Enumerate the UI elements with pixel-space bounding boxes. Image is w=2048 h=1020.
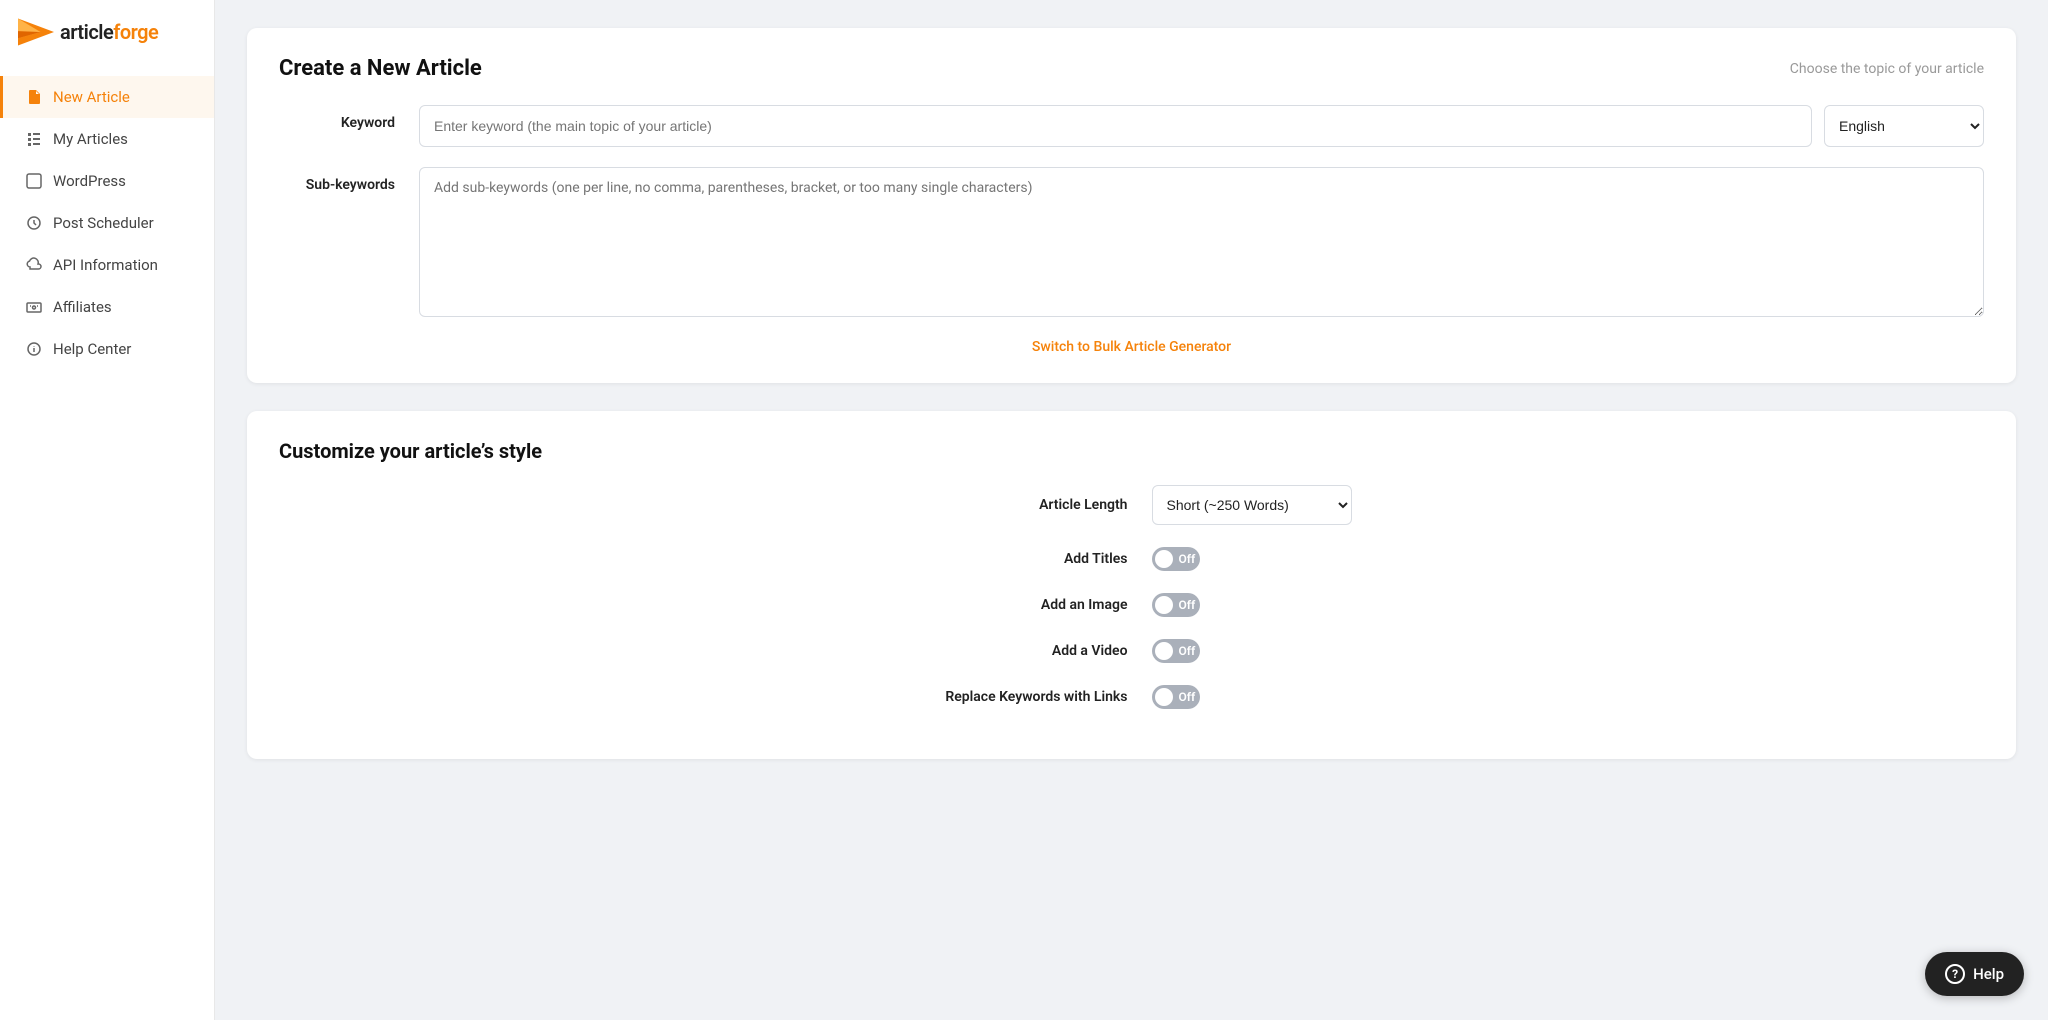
add-image-row: Add an Image Off — [279, 593, 1984, 617]
clock-icon — [25, 214, 43, 232]
sidebar-item-affiliates-label: Affiliates — [53, 298, 112, 316]
sidebar-item-post-scheduler[interactable]: Post Scheduler — [0, 202, 214, 244]
logo-text: articleforge — [60, 20, 158, 44]
keyword-label: Keyword — [279, 105, 419, 131]
sidebar-item-my-articles[interactable]: My Articles — [0, 118, 214, 160]
add-video-state: Off — [1179, 644, 1196, 658]
sidebar-item-wordpress[interactable]: WordPress — [0, 160, 214, 202]
sidebar-item-post-scheduler-label: Post Scheduler — [53, 214, 154, 232]
logo: articleforge — [0, 18, 214, 76]
add-video-knob — [1155, 642, 1173, 660]
article-length-row: Article Length Short (~250 Words) Medium… — [279, 485, 1984, 525]
sidebar-item-wordpress-label: WordPress — [53, 172, 126, 190]
keyword-controls: English Spanish French German Italian Po… — [419, 105, 1984, 147]
replace-keywords-knob — [1155, 688, 1173, 706]
bulk-article-link[interactable]: Switch to Bulk Article Generator — [1032, 339, 1231, 355]
add-video-row: Add a Video Off — [279, 639, 1984, 663]
keyword-row: Keyword English Spanish French German It… — [279, 105, 1984, 147]
add-image-state: Off — [1179, 598, 1196, 612]
customize-card: Customize your article’s style Article L… — [247, 411, 2016, 759]
sidebar-item-help-center[interactable]: Help Center — [0, 328, 214, 370]
subkeywords-row: Sub-keywords — [279, 167, 1984, 317]
create-article-title: Create a New Article — [279, 56, 482, 81]
replace-keywords-control: Off — [1152, 685, 1392, 709]
add-titles-knob — [1155, 550, 1173, 568]
list-icon — [25, 130, 43, 148]
sidebar-item-help-center-label: Help Center — [53, 340, 131, 358]
create-article-header: Create a New Article Choose the topic of… — [279, 56, 1984, 81]
add-video-toggle[interactable]: Off — [1152, 639, 1200, 663]
sidebar-item-api-information-label: API Information — [53, 256, 158, 274]
sidebar-item-api-information[interactable]: API Information — [0, 244, 214, 286]
add-titles-track: Off — [1152, 547, 1200, 571]
main-content: Create a New Article Choose the topic of… — [215, 0, 2048, 1020]
sidebar-item-affiliates[interactable]: Affiliates — [0, 286, 214, 328]
info-icon — [25, 340, 43, 358]
add-titles-state: Off — [1179, 552, 1196, 566]
customize-title: Customize your article’s style — [279, 439, 1984, 463]
sidebar-nav: New Article My Articles WordPress Post S… — [0, 76, 214, 370]
article-length-label: Article Length — [872, 497, 1152, 513]
add-video-track: Off — [1152, 639, 1200, 663]
add-image-track: Off — [1152, 593, 1200, 617]
subkeywords-controls — [419, 167, 1984, 317]
replace-keywords-track: Off — [1152, 685, 1200, 709]
money-icon — [25, 298, 43, 316]
language-select[interactable]: English Spanish French German Italian Po… — [1824, 105, 1984, 147]
help-label: Help — [1973, 965, 2004, 983]
add-image-control: Off — [1152, 593, 1392, 617]
replace-keywords-label: Replace Keywords with Links — [872, 689, 1152, 705]
replace-keywords-state: Off — [1179, 690, 1196, 704]
file-icon — [25, 88, 43, 106]
wordpress-icon — [25, 172, 43, 190]
add-image-knob — [1155, 596, 1173, 614]
sidebar-item-my-articles-label: My Articles — [53, 130, 128, 148]
replace-keywords-row: Replace Keywords with Links Off — [279, 685, 1984, 709]
add-titles-label: Add Titles — [872, 551, 1152, 567]
help-button[interactable]: ? Help — [1925, 952, 2024, 996]
subkeywords-label: Sub-keywords — [279, 167, 419, 193]
subkeywords-textarea[interactable] — [419, 167, 1984, 317]
add-image-toggle[interactable]: Off — [1152, 593, 1200, 617]
cloud-icon — [25, 256, 43, 274]
add-video-control: Off — [1152, 639, 1392, 663]
sidebar: articleforge New Article My Articles Wor… — [0, 0, 215, 1020]
article-length-select[interactable]: Short (~250 Words) Medium (~500 Words) L… — [1152, 485, 1352, 525]
sidebar-item-new-article-label: New Article — [53, 88, 130, 106]
article-length-control: Short (~250 Words) Medium (~500 Words) L… — [1152, 485, 1392, 525]
add-titles-row: Add Titles Off — [279, 547, 1984, 571]
add-image-label: Add an Image — [872, 597, 1152, 613]
replace-keywords-toggle[interactable]: Off — [1152, 685, 1200, 709]
create-article-card: Create a New Article Choose the topic of… — [247, 28, 2016, 383]
bulk-link-container: Switch to Bulk Article Generator — [279, 337, 1984, 355]
create-article-subtitle: Choose the topic of your article — [1790, 61, 1984, 77]
add-titles-toggle[interactable]: Off — [1152, 547, 1200, 571]
keyword-input[interactable] — [419, 105, 1812, 147]
add-video-label: Add a Video — [872, 643, 1152, 659]
sidebar-item-new-article[interactable]: New Article — [0, 76, 214, 118]
help-icon: ? — [1945, 964, 1965, 984]
logo-icon — [18, 18, 54, 46]
add-titles-control: Off — [1152, 547, 1392, 571]
